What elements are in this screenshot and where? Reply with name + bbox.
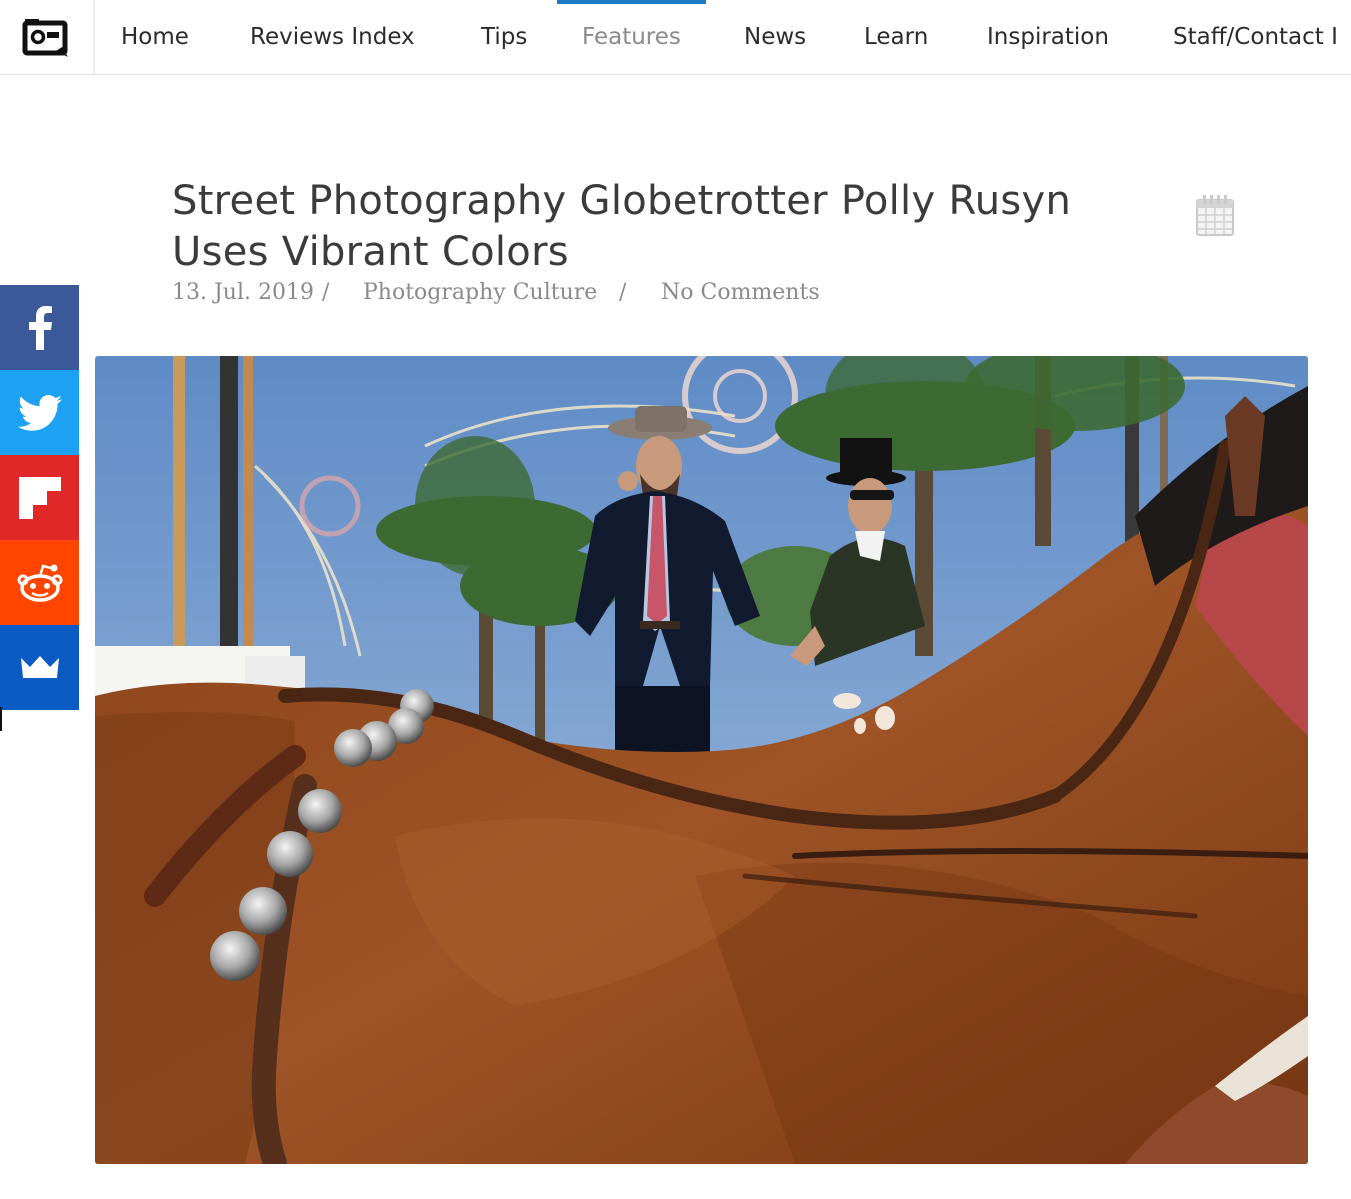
facebook-icon: [28, 305, 52, 350]
sumo-share-button[interactable]: [0, 625, 79, 710]
twitter-icon: [17, 394, 62, 431]
crown-icon: [20, 655, 59, 678]
meta-separator: /: [322, 280, 330, 305]
nav-item-features[interactable]: Features: [557, 0, 706, 74]
article-title-line-2: Uses Vibrant Colors: [172, 229, 569, 275]
twitter-share-button[interactable]: [0, 370, 79, 455]
flipboard-icon: [18, 476, 61, 519]
nav-item-tips[interactable]: Tips: [481, 0, 527, 74]
category-link[interactable]: Photography Culture: [363, 280, 597, 305]
meta-separator: /: [619, 280, 627, 305]
reddit-icon: [17, 563, 62, 602]
nav-item-home[interactable]: Home: [121, 0, 189, 74]
nav-item-inspiration[interactable]: Inspiration: [987, 0, 1109, 74]
comments-link[interactable]: No Comments: [661, 280, 820, 305]
photo-horse-riders: [95, 356, 1308, 1164]
flipboard-share-button[interactable]: [0, 455, 79, 540]
article-title: Street Photography Globetrotter Polly Ru…: [172, 176, 1132, 278]
nav-item-learn[interactable]: Learn: [864, 0, 928, 74]
calendar-icon: [1196, 195, 1234, 236]
reddit-share-button[interactable]: [0, 540, 79, 625]
nav-item-news[interactable]: News: [744, 0, 806, 74]
share-bar-edge: [0, 707, 2, 731]
article-title-line-1: Street Photography Globetrotter Polly Ru…: [172, 178, 1072, 224]
top-navigation: Home Reviews Index Tips Features News Le…: [0, 0, 1351, 75]
nav-item-reviews-index[interactable]: Reviews Index: [250, 0, 415, 74]
camera-logo-icon: [22, 18, 68, 57]
hero-image: [95, 356, 1308, 1164]
nav-item-staff-contact[interactable]: Staff/Contact I: [1173, 0, 1338, 74]
site-logo[interactable]: [0, 0, 95, 74]
post-date: 13. Jul. 2019: [172, 280, 314, 305]
facebook-share-button[interactable]: [0, 285, 79, 370]
